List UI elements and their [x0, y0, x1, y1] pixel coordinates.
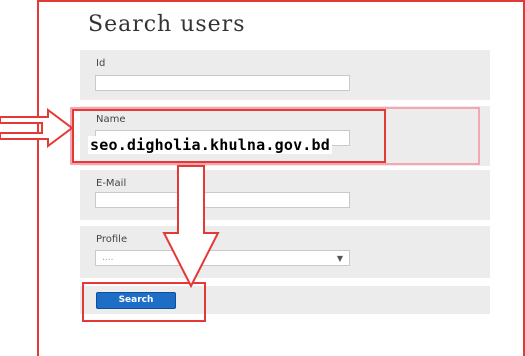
right-arrow-icon — [0, 108, 74, 148]
down-arrow-icon — [162, 165, 220, 289]
annotation-arrows — [0, 108, 220, 289]
